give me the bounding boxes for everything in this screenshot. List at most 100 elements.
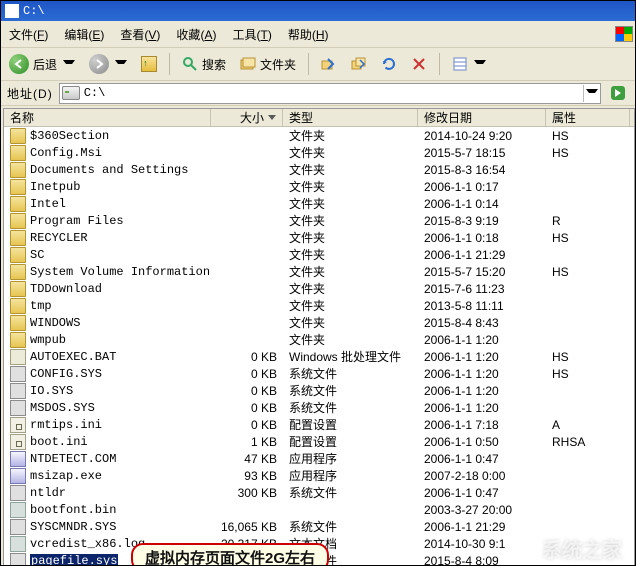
address-dropdown[interactable] [583,85,598,102]
address-bar: 地址(D) [1,81,635,106]
copy-to-button[interactable] [345,53,373,75]
table-row[interactable]: IO.SYS0 KB系统文件2006-1-1 1:20 [4,382,634,399]
menu-edit[interactable]: 编辑(E) [58,24,110,45]
file-name: ntldr [30,486,66,500]
menu-file[interactable]: 文件(F) [3,24,54,45]
header-attr[interactable]: 属性 [546,109,630,126]
table-row[interactable]: boot.ini1 KB配置设置2006-1-1 0:50RHSA [4,433,634,450]
address-input[interactable] [84,86,583,100]
views-button[interactable] [446,53,492,75]
table-row[interactable]: bootfont.bin2003-3-27 20:00 [4,501,634,518]
sys-icon [10,485,26,501]
menu-tools[interactable]: 工具(T) [226,24,277,45]
table-row[interactable]: CONFIG.SYS0 KB系统文件2006-1-1 1:20HS [4,365,634,382]
caret-icon [586,89,598,97]
table-row[interactable]: MSDOS.SYS0 KB系统文件2006-1-1 1:20 [4,399,634,416]
table-row[interactable]: Config.Msi文件夹2015-5-7 18:15HS [4,144,634,161]
cell-type: 文件夹 [283,161,418,178]
table-row[interactable]: ntldr300 KB系统文件2006-1-1 0:47 [4,484,634,501]
search-icon [182,56,198,72]
window-icon [5,4,19,18]
cell-date: 2015-5-7 18:15 [418,146,546,160]
cell-type: 文件夹 [283,144,418,161]
cell-name: CONFIG.SYS [4,366,211,382]
table-row[interactable]: rmtips.ini0 KB配置设置2006-1-1 7:18A [4,416,634,433]
up-button[interactable] [135,53,163,75]
table-row[interactable]: Documents and Settings 文件夹2015-8-3 16:54 [4,161,634,178]
cell-date: 2015-8-3 16:54 [418,163,546,177]
cell-name: SYSCMNDR.SYS [4,519,211,535]
table-row[interactable]: RECYCLER文件夹2006-1-1 0:18HS [4,229,634,246]
forward-arrow-icon [89,54,109,74]
folder-icon [10,281,26,297]
cell-type: 文件夹 [283,195,418,212]
folder-icon [10,315,26,331]
dat-icon [10,536,26,552]
table-row[interactable]: Inetpub文件夹2006-1-1 0:17 [4,178,634,195]
menu-view[interactable]: 查看(V) [114,24,166,45]
table-row[interactable]: wmpub文件夹2006-1-1 1:20 [4,331,634,348]
sort-arrow-icon [268,115,276,120]
address-combo[interactable] [59,83,601,104]
cell-name: AUTOEXEC.BAT [4,349,211,365]
cell-name: Documents and Settings [4,162,211,178]
cell-name: SC [4,247,211,263]
cell-date: 2015-5-7 15:20 [418,265,546,279]
menu-favorites[interactable]: 收藏(A) [170,24,222,45]
table-row[interactable]: SYSCMNDR.SYS16,065 KB系统文件2006-1-1 21:29 [4,518,634,535]
cell-type: 文件夹 [283,263,418,280]
cell-date: 2006-1-1 0:17 [418,180,546,194]
table-row[interactable]: Intel文件夹2006-1-1 0:14 [4,195,634,212]
cell-size: 0 KB [211,384,283,398]
move-to-button[interactable] [315,53,343,75]
cell-type: 文件夹 [283,229,418,246]
cell-date: 2013-5-8 11:11 [418,299,546,313]
refresh-button[interactable] [375,53,403,75]
forward-button[interactable] [83,53,133,75]
table-row[interactable]: WINDOWS文件夹2015-8-4 8:43 [4,314,634,331]
rows-container: $360Section文件夹2014-10-24 9:20HSConfig.Ms… [4,127,634,566]
header-name[interactable]: 名称 [4,109,211,126]
table-row[interactable]: TDDownload文件夹2015-7-6 11:23 [4,280,634,297]
file-name: RECYCLER [30,231,88,245]
cell-date: 2006-1-1 21:29 [418,248,546,262]
file-list: 名称 大小 类型 修改日期 属性 $360Section文件夹2014-10-2… [3,108,635,566]
explorer-window: C:\ 文件(F) 编辑(E) 查看(V) 收藏(A) 工具(T) 帮助(H) … [0,0,636,566]
annotation-bubble: 虚拟内存页面文件2G左右 [131,543,329,566]
header-type[interactable]: 类型 [283,109,418,126]
delete-button[interactable] [405,53,433,75]
cell-type: 文件夹 [283,331,418,348]
cell-attr: HS [546,146,630,160]
file-name: msizap.exe [30,469,102,483]
file-name: boot.ini [30,435,88,449]
cell-date: 2014-10-30 9:1 [418,537,546,551]
table-row[interactable]: System Volume Information文件夹2015-5-7 15:… [4,263,634,280]
folders-button[interactable]: 文件夹 [234,53,302,75]
folder-icon [10,196,26,212]
go-button[interactable] [604,82,632,104]
table-row[interactable]: SC文件夹2006-1-1 21:29 [4,246,634,263]
back-button[interactable]: 后退 [3,53,81,75]
cell-type: Windows 批处理文件 [283,348,418,365]
cell-date: 2015-7-6 11:23 [418,282,546,296]
table-row[interactable]: AUTOEXEC.BAT0 KBWindows 批处理文件2006-1-1 1:… [4,348,634,365]
separator [169,53,170,75]
table-row[interactable]: tmp文件夹2013-5-8 11:11 [4,297,634,314]
cell-name: Program Files [4,213,211,229]
cell-type: 系统文件 [283,399,418,416]
header-date[interactable]: 修改日期 [418,109,546,126]
cell-date: 2014-10-24 9:20 [418,129,546,143]
cell-name: WINDOWS [4,315,211,331]
file-name: IO.SYS [30,384,73,398]
search-button[interactable]: 搜索 [176,53,232,75]
table-row[interactable]: Program Files文件夹2015-8-3 9:19R [4,212,634,229]
cell-attr: HS [546,367,630,381]
menu-help[interactable]: 帮助(H) [282,24,335,45]
header-size[interactable]: 大小 [211,109,283,126]
folder-icon [10,145,26,161]
bat-icon [10,349,26,365]
table-row[interactable]: $360Section文件夹2014-10-24 9:20HS [4,127,634,144]
cell-date: 2006-1-1 1:20 [418,367,546,381]
table-row[interactable]: NTDETECT.COM47 KB应用程序2006-1-1 0:47 [4,450,634,467]
table-row[interactable]: msizap.exe93 KB应用程序2007-2-18 0:00 [4,467,634,484]
